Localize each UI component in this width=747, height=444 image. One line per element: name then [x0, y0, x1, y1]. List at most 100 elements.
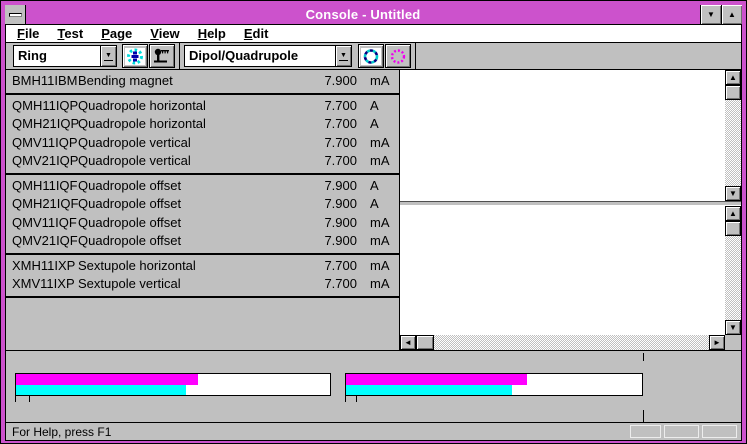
table-row-qmh11iqp[interactable]: QMH11IQP Quadropole horizontal 7.700 A — [6, 97, 399, 116]
col-desc: Quadropole horizontal — [78, 97, 206, 113]
col-desc: Quadropole horizontal — [78, 116, 206, 131]
minimize-button[interactable]: ▼ — [700, 5, 721, 24]
scroll-up-button[interactable]: ▲ — [725, 206, 741, 221]
table-row-qmh21iqf[interactable]: QMH21IQF Quadropole offset 7.900 A — [6, 195, 399, 214]
system-menu-button[interactable] — [5, 5, 26, 24]
table-group: QMH11IQF Quadropole offset 7.900 A QMH21IQF Q… — [6, 175, 399, 255]
table-row-bmh11ibm[interactable]: BMH11IBM Bending magnet 7.900 mA — [6, 72, 399, 91]
scroll-up-button[interactable]: ▲ — [725, 70, 741, 85]
scroll-left-icon: ◄ — [404, 338, 412, 347]
ring-combobox[interactable]: Ring ▼ — [13, 45, 117, 67]
table-row-qmv11iqp[interactable]: QMV11IQP Quadropole vertical 7.700 mA — [6, 134, 399, 153]
col-unit: mA — [370, 257, 390, 273]
magnet-type-combobox-value: Dipol/Quadrupole — [189, 48, 299, 63]
col-id: QMV11IQP — [12, 134, 78, 150]
select-device-button[interactable] — [122, 44, 148, 68]
scrollbar-corner — [725, 335, 741, 350]
status-message: For Help, press F1 — [12, 424, 112, 439]
dashed-ring-icon — [361, 47, 381, 65]
scroll-right-icon: ► — [713, 338, 721, 347]
meter-2-magenta-fill — [346, 374, 527, 385]
col-desc: Sextupole horizontal — [78, 257, 196, 273]
col-desc: Quadropole offset — [78, 233, 182, 248]
menu-item-edit[interactable]: Edit — [235, 25, 278, 42]
toolbar: Ring ▼ Dipol/Quadrupole ▼ — [6, 43, 741, 70]
status-pane — [664, 425, 699, 438]
scrollbar-thumb[interactable] — [725, 85, 741, 100]
menu-item-page[interactable]: Page — [92, 25, 141, 42]
dropdown-arrow-icon: ▼ — [104, 51, 113, 61]
ellipse-selection-button[interactable] — [385, 44, 411, 68]
minimize-icon: ▼ — [707, 10, 715, 19]
scrollbar-track[interactable] — [434, 335, 709, 350]
meter-bar-2 — [345, 373, 643, 396]
table-row-qmv11iqf[interactable]: QMV11IQF Quadropole offset 7.900 mA — [6, 214, 399, 233]
scrollbar-track[interactable] — [725, 236, 741, 320]
col-id: QMV21IQP — [12, 153, 79, 168]
menu-bar: File Test Page View Help Edit — [6, 25, 741, 43]
col-id: QMH11IQP — [12, 97, 79, 113]
meter-bar-1 — [15, 373, 331, 396]
maximize-button[interactable]: ▲ — [721, 5, 742, 24]
toolbar-separator — [415, 43, 416, 69]
col-value: 7.900 — [324, 73, 357, 88]
menu-item-view[interactable]: View — [141, 25, 188, 42]
col-unit: mA — [370, 233, 390, 248]
scrollbar-thumb[interactable] — [416, 335, 434, 350]
scroll-down-button[interactable]: ▼ — [725, 320, 741, 335]
col-unit: A — [370, 116, 379, 131]
scroll-up-icon: ▲ — [729, 73, 737, 82]
magnet-type-combobox[interactable]: Dipol/Quadrupole ▼ — [184, 45, 352, 67]
col-unit: mA — [370, 276, 390, 291]
table-row-qmv21iqp[interactable]: QMV21IQP Quadropole vertical 7.700 mA — [6, 152, 399, 171]
col-desc: Quadropole offset — [78, 177, 182, 193]
window-title: Console - Untitled — [305, 7, 421, 22]
menu-item-help[interactable]: Help — [189, 25, 235, 42]
col-desc: Sextupole vertical — [78, 276, 181, 291]
system-menu-icon — [8, 12, 22, 17]
menu-item-file[interactable]: File — [8, 25, 48, 42]
meter-1-magenta-fill — [16, 374, 199, 385]
table-row-xmh11ixp[interactable]: XMH11IXP Sextupole horizontal 7.700 mA — [6, 257, 399, 276]
table-row-qmv21iqf[interactable]: QMV21IQF Quadropole offset 7.900 mA — [6, 232, 399, 251]
scroll-left-button[interactable]: ◄ — [400, 335, 416, 350]
col-value: 7.900 — [324, 233, 357, 248]
col-value: 7.900 — [324, 214, 357, 230]
col-unit: mA — [370, 153, 390, 168]
display-panel-bottom[interactable] — [400, 206, 725, 335]
magenta-dotted-ellipse-icon — [390, 48, 406, 64]
col-value: 7.900 — [324, 177, 357, 193]
dropdown-arrow-button[interactable]: ▼ — [335, 46, 351, 66]
table-group: QMH11IQP Quadropole horizontal 7.700 A QMH21… — [6, 95, 399, 175]
col-unit: A — [370, 177, 379, 193]
menu-item-test[interactable]: Test — [48, 25, 92, 42]
display-panel-top[interactable] — [400, 70, 725, 201]
ring-combobox-value: Ring — [18, 48, 47, 63]
status-indicator-panes — [630, 425, 737, 438]
scroll-right-button[interactable]: ► — [709, 335, 725, 350]
dropdown-arrow-icon: ▼ — [339, 51, 348, 61]
col-value: 7.700 — [324, 97, 357, 113]
col-desc: Quadropole vertical — [78, 134, 191, 150]
ring-selection-button[interactable] — [358, 44, 384, 68]
col-unit: mA — [370, 214, 390, 230]
meter-2-tick — [345, 396, 346, 402]
col-id: QMV21IQF — [12, 233, 78, 248]
col-id: BMH11IBM — [12, 73, 78, 88]
table-row-qmh21iqp[interactable]: QMH21IQP Quadropole horizontal 7.700 A — [6, 115, 399, 134]
scrollbar-thumb[interactable] — [725, 221, 741, 236]
col-value: 7.900 — [324, 196, 357, 211]
toolbar-separator — [179, 43, 180, 69]
col-desc: Quadropole vertical — [78, 153, 191, 168]
meter-scale-tick-top — [643, 353, 644, 361]
col-desc: Quadropole offset — [78, 214, 182, 230]
table-row-xmv11ixp[interactable]: XMV11IXP Sextupole vertical 7.700 mA — [6, 275, 399, 294]
lever-button[interactable] — [149, 44, 175, 68]
col-id: XMV11IXP — [12, 276, 75, 291]
col-value: 7.700 — [324, 134, 357, 150]
table-row-qmh11iqf[interactable]: QMH11IQF Quadropole offset 7.900 A — [6, 177, 399, 196]
scrollbar-track[interactable] — [725, 100, 741, 186]
scroll-down-button[interactable]: ▼ — [725, 186, 741, 201]
vertical-scrollbar-top: ▲ ▼ — [725, 70, 741, 201]
dropdown-arrow-button[interactable]: ▼ — [100, 46, 116, 66]
